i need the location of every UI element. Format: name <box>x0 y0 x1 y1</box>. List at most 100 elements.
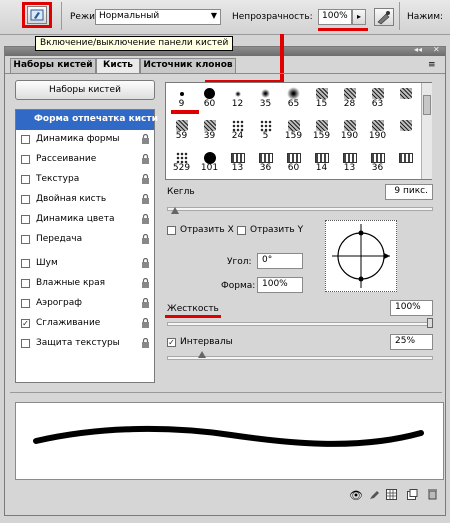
brush-tip[interactable]: 24 <box>224 118 251 142</box>
tab-clone-source[interactable]: Источник клонов <box>140 58 236 73</box>
trash-icon[interactable] <box>427 488 438 500</box>
brush-tip[interactable]: 9 <box>168 86 195 110</box>
lock-icon[interactable] <box>141 134 150 144</box>
angle-input[interactable]: 0° <box>257 253 303 269</box>
grid-icon[interactable] <box>386 489 397 500</box>
lock-icon[interactable] <box>141 318 150 328</box>
lock-icon[interactable] <box>141 278 150 288</box>
roundness-input[interactable]: 100% <box>257 277 303 293</box>
brush-tip[interactable]: 15 <box>308 86 335 110</box>
hardness-value: 100% <box>395 302 421 312</box>
setting-item[interactable]: Шум <box>16 254 154 274</box>
tab-brush[interactable]: Кисть <box>96 58 140 73</box>
setting-checkbox[interactable] <box>21 175 30 184</box>
hardness-slider-thumb[interactable] <box>427 318 433 328</box>
setting-checkbox[interactable] <box>21 195 30 204</box>
setting-checkbox[interactable] <box>21 235 30 244</box>
eye-icon[interactable]: 👁 <box>349 489 363 502</box>
lock-icon[interactable] <box>141 234 150 244</box>
brush-grid-scrollbar[interactable] <box>421 83 432 179</box>
setting-checkbox[interactable] <box>21 155 30 164</box>
spacing-checkbox[interactable]: ✓ <box>167 338 176 347</box>
brush-tip[interactable] <box>392 86 419 110</box>
brush-tip[interactable]: 529 <box>168 150 195 174</box>
brush-tip[interactable]: 36 <box>252 150 279 174</box>
lock-icon[interactable] <box>141 258 150 268</box>
spacing-input[interactable]: 25% <box>390 334 433 350</box>
brush-presets-button[interactable]: Наборы кистей <box>15 80 155 100</box>
brush-tip[interactable]: 59 <box>168 118 195 142</box>
brush-tip[interactable]: 159 <box>280 118 307 142</box>
pencil-protect-icon[interactable] <box>369 489 380 500</box>
size-slider-thumb[interactable] <box>170 207 179 214</box>
brush-tip-size: 190 <box>368 131 387 141</box>
spacing-slider[interactable] <box>167 356 433 360</box>
collapse-icon[interactable]: ◂◂ <box>414 45 422 54</box>
setting-label: Сглаживание <box>36 318 101 328</box>
setting-checkbox[interactable] <box>21 259 30 268</box>
new-preset-icon[interactable] <box>407 489 418 500</box>
brush-tip[interactable]: 190 <box>364 118 391 142</box>
brush-tip[interactable]: 190 <box>336 118 363 142</box>
angle-roundness-widget[interactable] <box>325 220 397 292</box>
setting-item[interactable]: Влажные края <box>16 274 154 294</box>
brush-tip[interactable]: 12 <box>224 86 251 110</box>
size-slider[interactable] <box>167 207 433 211</box>
hardness-slider[interactable] <box>167 322 433 326</box>
setting-item[interactable]: Аэрограф <box>16 294 154 314</box>
lock-icon[interactable] <box>141 194 150 204</box>
brush-tip[interactable]: 63 <box>364 86 391 110</box>
lock-icon[interactable] <box>141 174 150 184</box>
setting-item[interactable]: Защита текстуры <box>16 334 154 354</box>
brush-panel-toggle-button[interactable] <box>27 6 47 24</box>
size-input[interactable]: 9 пикс. <box>385 184 433 200</box>
lock-icon[interactable] <box>141 298 150 308</box>
setting-item[interactable]: Рассеивание <box>16 150 154 170</box>
setting-checkbox[interactable] <box>21 279 30 288</box>
brush-tip[interactable]: 35 <box>252 86 279 110</box>
tab-brush-presets[interactable]: Наборы кистей <box>10 58 96 73</box>
brush-tip[interactable]: 14 <box>308 150 335 174</box>
brush-tip[interactable] <box>392 118 419 142</box>
brush-tip[interactable]: 65 <box>280 86 307 110</box>
lock-icon[interactable] <box>141 338 150 348</box>
brush-tip-grid[interactable]: 9 60 12 35 65 15 28 63 59 39 24 5 159 159 190 190 529 101… <box>165 82 432 180</box>
brush-tip[interactable]: 60 <box>280 150 307 174</box>
hardness-input[interactable]: 100% <box>390 300 433 316</box>
setting-item[interactable]: Двойная кисть <box>16 190 154 210</box>
panel-menu-icon[interactable]: ≡ <box>428 60 436 70</box>
setting-checkbox[interactable]: ✓ <box>21 319 30 328</box>
lock-icon[interactable] <box>141 214 150 224</box>
opacity-input[interactable]: 100% <box>318 9 352 25</box>
setting-item[interactable]: Динамика формы <box>16 130 154 150</box>
brush-tip[interactable]: 159 <box>308 118 335 142</box>
setting-item[interactable]: Динамика цвета <box>16 210 154 230</box>
flip-y-checkbox[interactable] <box>237 226 246 235</box>
setting-checkbox[interactable] <box>21 339 30 348</box>
setting-checkbox[interactable] <box>21 299 30 308</box>
brush-tip[interactable]: 60 <box>196 86 223 110</box>
setting-item[interactable]: ✓ Сглаживание <box>16 314 154 334</box>
brush-tip[interactable] <box>392 150 419 174</box>
opacity-arrow-button[interactable]: ▸ <box>352 9 366 25</box>
setting-item[interactable]: Текстура <box>16 170 154 190</box>
brush-tip[interactable]: 28 <box>336 86 363 110</box>
setting-checkbox[interactable] <box>21 135 30 144</box>
lock-icon[interactable] <box>141 154 150 164</box>
brush-tip[interactable]: 101 <box>196 150 223 174</box>
brush-tip[interactable]: 36 <box>364 150 391 174</box>
tooltip: Включение/выключение панели кистей <box>35 36 234 51</box>
setting-item[interactable]: Форма отпечатка кисти <box>16 110 158 130</box>
setting-checkbox[interactable] <box>21 215 30 224</box>
flip-x-checkbox[interactable] <box>167 226 176 235</box>
scrollbar-thumb[interactable] <box>423 95 431 115</box>
brush-tip[interactable]: 5 <box>252 118 279 142</box>
spacing-slider-thumb[interactable] <box>197 351 206 358</box>
mode-select[interactable]: Нормальный ▼ <box>95 9 221 25</box>
brush-tip[interactable]: 13 <box>336 150 363 174</box>
close-icon[interactable]: ✕ <box>433 45 440 54</box>
brush-tip[interactable]: 13 <box>224 150 251 174</box>
brush-tip[interactable]: 39 <box>196 118 223 142</box>
airbrush-button[interactable] <box>374 8 394 26</box>
setting-item[interactable]: Передача <box>16 230 154 250</box>
